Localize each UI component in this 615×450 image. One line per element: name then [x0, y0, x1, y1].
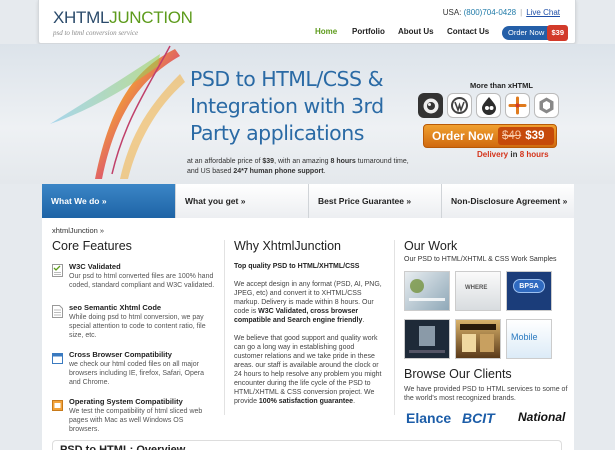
- column-divider: [394, 240, 395, 415]
- contact-bar: USA: (800)704-0428 | Live Chat: [442, 8, 560, 17]
- hero-title: PSD to HTML/CSS & Integration with 3rd P…: [190, 67, 384, 145]
- new-price: $39: [525, 130, 545, 142]
- nav-about-us[interactable]: About Us: [398, 27, 434, 36]
- client-logo-national[interactable]: National: [518, 410, 565, 424]
- our-work-heading: Our Work: [404, 239, 458, 253]
- old-price: $49: [502, 130, 522, 142]
- feather-illustration: [50, 45, 185, 179]
- why-paragraph-2: We believe that good support and quality…: [234, 335, 382, 405]
- site-logo[interactable]: XHTMLJUNCTION psd to html conversion ser…: [53, 8, 193, 37]
- work-thumbnail[interactable]: [404, 271, 450, 311]
- overview-section-heading: PSD to HTML: Overview: [52, 440, 562, 450]
- our-work-subtitle: Our PSD to HTML/XHTML & CSS Work Samples: [404, 256, 557, 263]
- work-thumbnail[interactable]: WHERE: [455, 271, 501, 311]
- work-thumbnail[interactable]: [404, 319, 450, 359]
- why-text: Top quality PSD to HTML/XHTML/CSS We acc…: [234, 262, 384, 415]
- tab-what-you-get[interactable]: What you get »: [176, 184, 309, 218]
- live-chat-link[interactable]: Live Chat: [526, 8, 560, 17]
- hero-subtitle: at an affordable price of $39, with an a…: [187, 158, 409, 175]
- phone-number[interactable]: (800)704-0428: [464, 8, 516, 17]
- why-paragraph-1: We accept design in any format (PSD, AI,…: [234, 281, 382, 324]
- order-now-button-hero[interactable]: Order Now $49 $39: [423, 124, 557, 148]
- document-icon: [52, 305, 63, 318]
- logo-tagline: psd to html conversion service: [53, 29, 139, 37]
- order-price-badge: $39: [547, 25, 568, 41]
- delivery-note: Delivery in 8 hours: [477, 150, 549, 159]
- why-heading: Why XhtmlJunction: [234, 239, 341, 253]
- joomla-icon: [505, 93, 530, 118]
- work-thumbnail[interactable]: [455, 319, 501, 359]
- nav-contact-us[interactable]: Contact Us: [447, 27, 489, 36]
- browse-clients-heading: Browse Our Clients: [404, 367, 512, 381]
- breadcrumb[interactable]: xhtmlJunction »: [52, 226, 104, 235]
- order-now-button-header[interactable]: Order Now $39: [502, 25, 568, 41]
- tab-what-we-do[interactable]: What We do »: [42, 184, 176, 218]
- more-than-label: More than xHTML: [470, 81, 533, 90]
- drupal-drop-icon: [476, 93, 501, 118]
- browser-window-icon: [52, 353, 63, 364]
- work-thumbnail[interactable]: Mobile: [506, 319, 552, 359]
- tab-best-price-guarantee[interactable]: Best Price Guarantee »: [309, 184, 442, 218]
- checklist-icon: [52, 264, 63, 277]
- browse-clients-text: We have provided PSD to HTML services to…: [404, 386, 568, 402]
- work-thumbnail[interactable]: BPSA: [506, 271, 552, 311]
- nav-home[interactable]: Home: [315, 27, 337, 36]
- wordpress-icon: [447, 93, 472, 118]
- nav-portfolio[interactable]: Portfolio: [352, 27, 385, 36]
- column-divider: [224, 240, 225, 415]
- main-content: xhtmlJunction » Core Features W3C Valida…: [42, 218, 574, 450]
- client-logo-bcit[interactable]: BCIT: [462, 410, 495, 426]
- core-features-heading: Core Features: [52, 239, 132, 253]
- magento-icon: [534, 93, 559, 118]
- tab-non-disclosure-agreement[interactable]: Non-Disclosure Agreement »: [442, 184, 574, 218]
- feature-tabs: What We do » What you get » Best Price G…: [42, 184, 574, 218]
- os-window-icon: [52, 400, 63, 411]
- why-lead: Top quality PSD to HTML/XHTML/CSS: [234, 263, 360, 270]
- hero-price: $49 $39: [498, 127, 554, 145]
- client-logo-elance[interactable]: Elance: [406, 410, 451, 426]
- site-header: XHTMLJUNCTION psd to html conversion ser…: [38, 0, 576, 44]
- drupal-icon: [418, 93, 443, 118]
